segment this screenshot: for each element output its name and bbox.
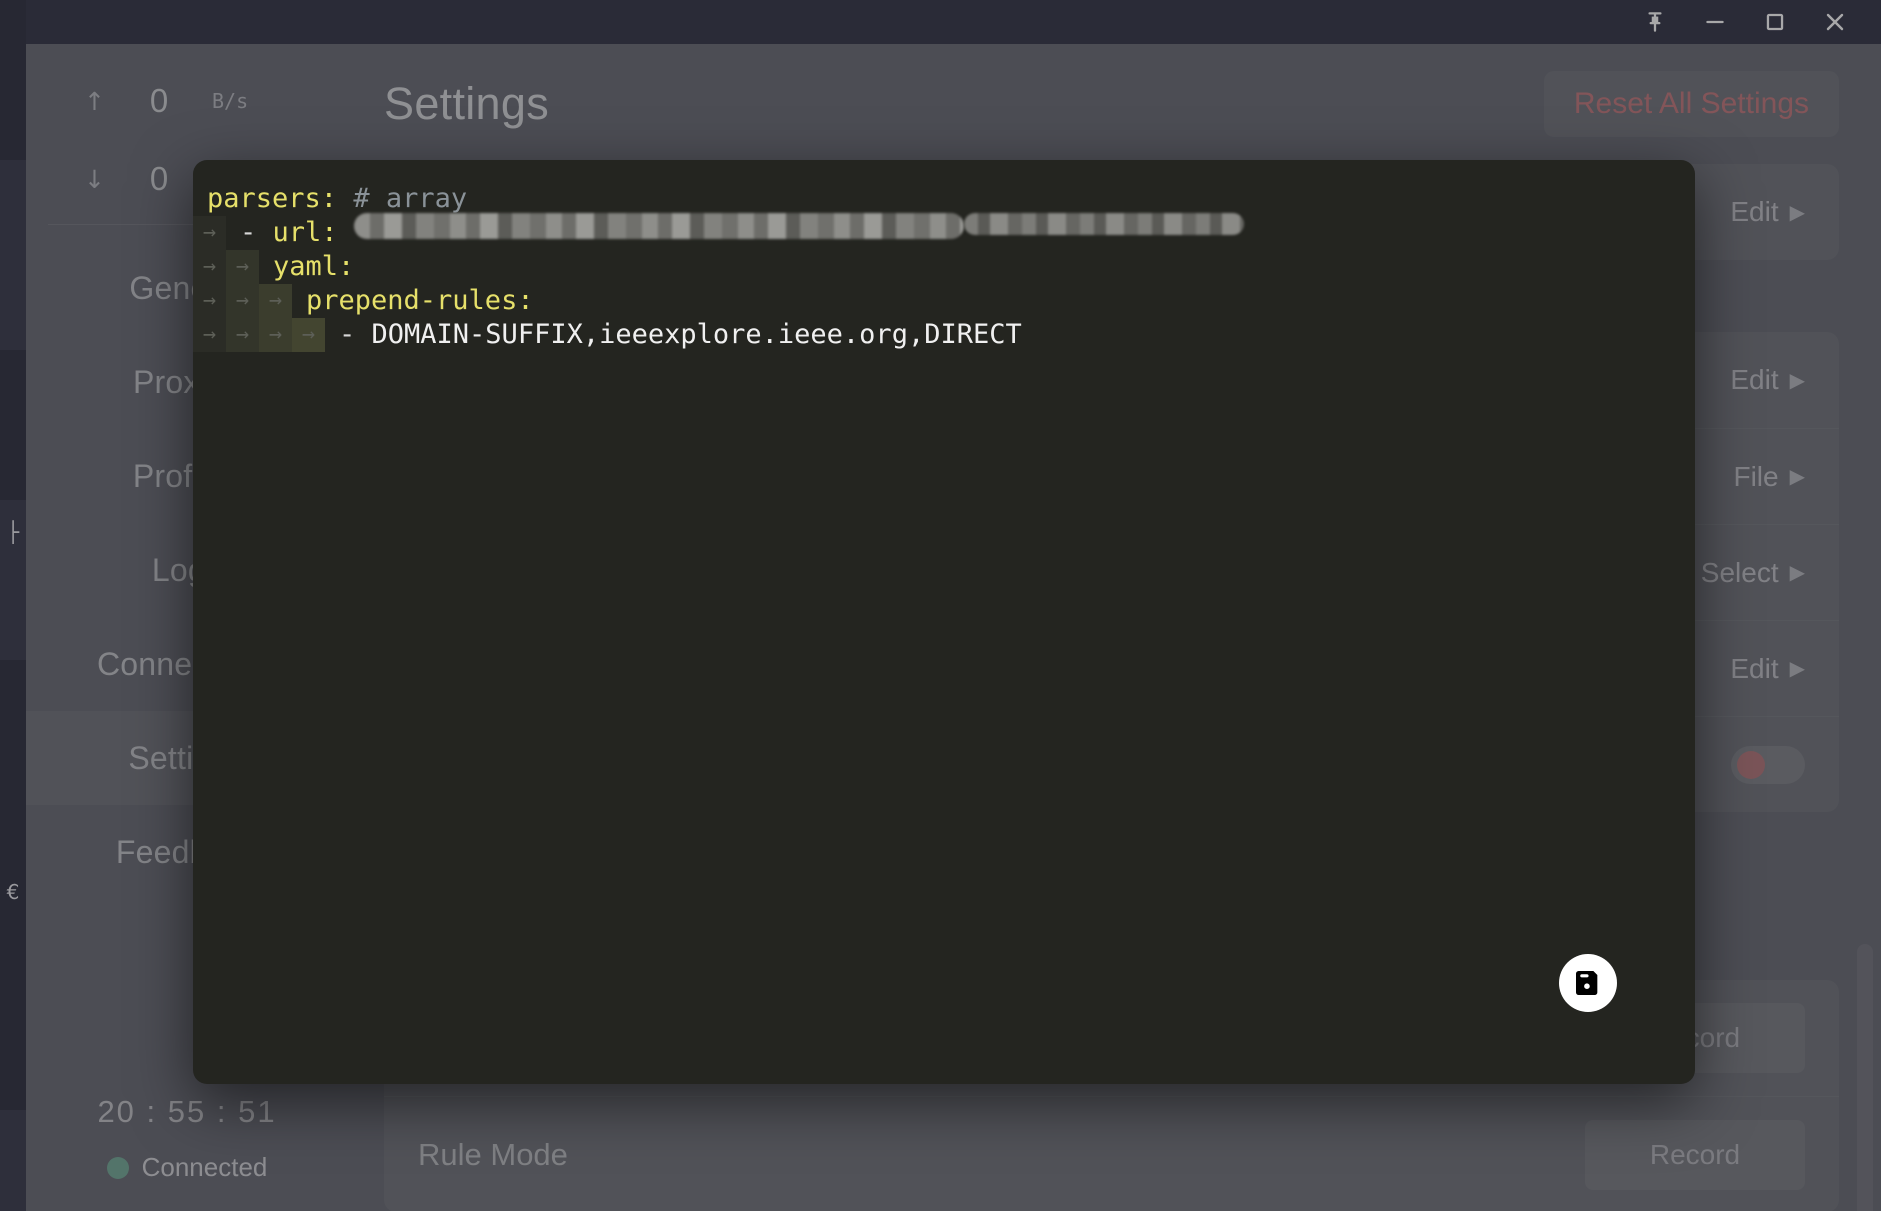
settings-toggle[interactable] <box>1731 745 1805 784</box>
settings-row-action[interactable]: Edit ▶ <box>1730 653 1805 685</box>
indent-guide-icon: → <box>193 216 226 250</box>
code-token: # array <box>353 183 468 214</box>
status-label: Connected <box>141 1152 268 1182</box>
code-token: yaml: <box>273 251 355 282</box>
chevron-right-icon: ▶ <box>1789 562 1805 584</box>
chevron-right-icon: ▶ <box>1789 466 1805 488</box>
code-line: parsers: # array <box>193 182 1695 216</box>
background-window: ├ € <box>0 0 26 1211</box>
code-line-text: - url: <box>226 213 1244 250</box>
code-line: → → yaml: <box>193 250 1695 284</box>
maximize-icon[interactable] <box>1747 0 1803 44</box>
indent-guide-icon: → <box>226 318 259 352</box>
code-token: DOMAIN-SUFFIX,ieeexplore.ieee.org,DIRECT <box>371 319 1022 350</box>
reset-all-settings-button[interactable]: Reset All Settings <box>1543 71 1839 137</box>
action-label: Edit <box>1730 196 1779 227</box>
redacted-url <box>353 213 964 239</box>
record-hotkey-button[interactable]: Record <box>1585 1119 1805 1190</box>
indent-guide-icon: → <box>259 284 292 318</box>
chevron-right-icon: ▶ <box>1789 369 1805 392</box>
settings-row-action[interactable]: Edit ▶ <box>1730 364 1805 396</box>
code-line-text: parsers: # array <box>193 182 467 216</box>
indent-guide-icon: → <box>193 318 226 352</box>
yaml-code-area[interactable]: parsers: # array → - url: → → yaml: → → → prepen… <box>193 160 1695 352</box>
code-line-text: yaml: <box>259 250 354 284</box>
upload-unit: B/s <box>212 89 249 113</box>
settings-row-action[interactable]: Edit ▶ <box>1730 196 1805 228</box>
code-token: url: <box>272 217 338 248</box>
code-line-text: prepend-rules: <box>292 284 534 318</box>
code-token: prepend-rules: <box>306 285 534 316</box>
indent-guide-icon: → <box>226 250 259 284</box>
page-title: Settings <box>384 78 549 129</box>
close-icon[interactable] <box>1807 0 1863 44</box>
hotkey-row: Rule Mode Record <box>384 1096 1839 1211</box>
redacted-url <box>963 213 1244 235</box>
status-badge: Connected <box>26 1152 348 1183</box>
chevron-right-icon: ▶ <box>1789 658 1805 680</box>
background-strip <box>0 160 26 350</box>
code-line: → → → → - DOMAIN-SUFFIX,ieeexplore.ieee.org,… <box>193 318 1695 352</box>
sidebar-footer: 20 : 55 : 51 Connected <box>26 1094 348 1211</box>
code-line: → → → prepend-rules: <box>193 284 1695 318</box>
settings-row-action[interactable]: File ▶ <box>1733 461 1805 493</box>
action-label: File <box>1733 460 1779 492</box>
hotkey-label: Rule Mode <box>418 1136 568 1172</box>
action-label: Edit <box>1730 364 1779 395</box>
code-line: → - url: <box>193 213 1695 250</box>
indent-guide-icon: → <box>193 284 226 318</box>
download-arrow-icon: ↓ <box>84 164 105 194</box>
background-glyph: ├ <box>6 520 20 544</box>
main-scrollbar[interactable] <box>1857 944 1873 1211</box>
window-titlebar <box>26 0 1881 44</box>
uptime-clock: 20 : 55 : 51 <box>97 1094 277 1129</box>
action-label: Select <box>1700 556 1779 588</box>
background-strip <box>0 1110 26 1211</box>
indent-guide-icon: → <box>226 284 259 318</box>
status-dot-icon <box>106 1156 129 1179</box>
indent-guide-icon: → <box>193 250 226 284</box>
background-glyph: € <box>6 880 20 904</box>
yaml-editor-dialog[interactable]: parsers: # array → - url: → → yaml: → → → prepen… <box>193 160 1695 1084</box>
code-line-text: - DOMAIN-SUFFIX,ieeexplore.ieee.org,DIRE… <box>325 318 1022 352</box>
save-icon <box>1576 971 1598 995</box>
download-value: 0 <box>149 160 169 197</box>
upload-value: 0 <box>149 82 169 119</box>
toggle-knob <box>1737 750 1765 779</box>
code-token: - <box>240 217 273 248</box>
settings-row-action[interactable]: Select ▶ <box>1701 557 1805 589</box>
upload-arrow-icon: ↑ <box>84 86 105 116</box>
indent-guide-icon: → <box>259 318 292 352</box>
action-label: Edit <box>1730 652 1779 684</box>
minimize-icon[interactable] <box>1687 0 1743 44</box>
code-token: parsers: <box>207 183 338 214</box>
chevron-right-icon: ▶ <box>1789 201 1805 224</box>
code-token: - <box>339 319 372 350</box>
pin-icon[interactable] <box>1627 0 1683 44</box>
save-button[interactable] <box>1559 954 1617 1012</box>
upload-traffic: ↑ 0 B/s <box>26 62 348 140</box>
indent-guide-icon: → <box>292 318 325 352</box>
page-header: Settings Reset All Settings <box>348 44 1881 164</box>
